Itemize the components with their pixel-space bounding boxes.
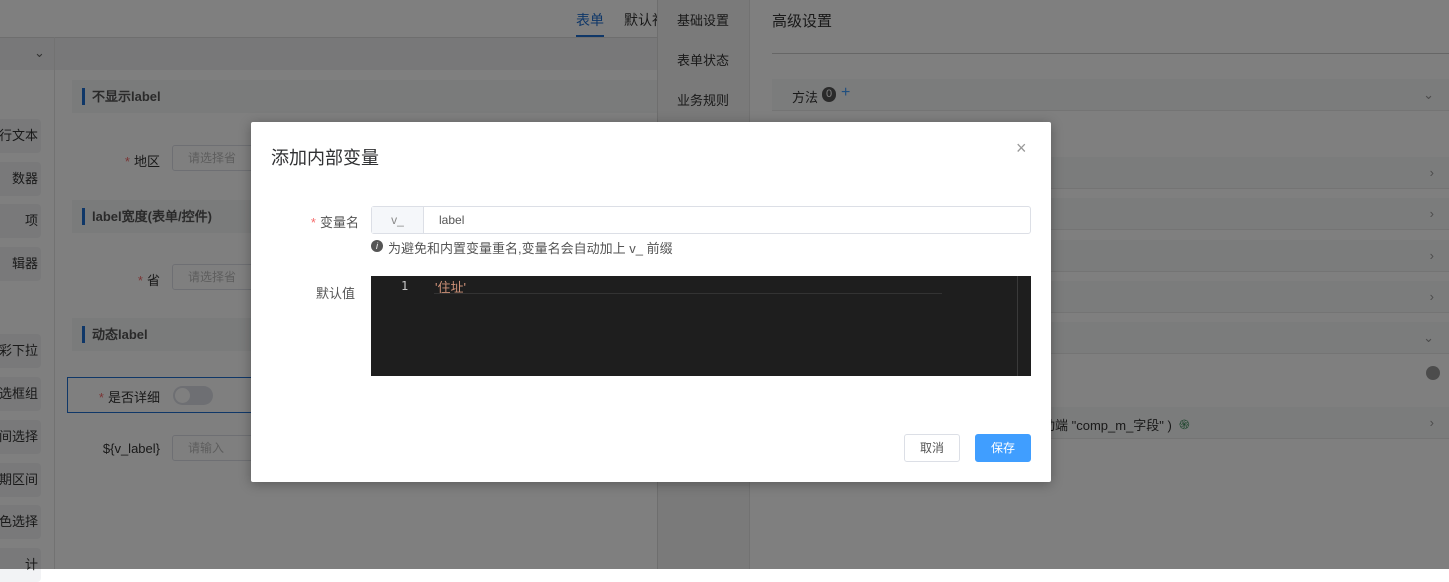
var-name-label: * 变量名 xyxy=(310,215,359,230)
var-name-hint: 为避免和内置变量重名,变量名会自动加上 v_ 前缀 xyxy=(388,241,673,256)
code-text: '住址' xyxy=(435,280,466,295)
dialog-title: 添加内部变量 xyxy=(271,148,379,168)
var-name-input[interactable]: v_ label xyxy=(371,206,1031,234)
info-icon: i xyxy=(371,240,383,252)
current-line xyxy=(434,276,942,294)
close-icon[interactable]: × xyxy=(1016,138,1027,159)
code-editor[interactable]: 1 '住址' xyxy=(371,276,1031,376)
line-number: 1 xyxy=(401,279,409,293)
cancel-button[interactable]: 取消 xyxy=(904,434,960,462)
var-name-value: label xyxy=(439,213,465,227)
add-variable-dialog: 添加内部变量 × * 变量名 v_ label i 为避免和内置变量重名,变量名会… xyxy=(251,122,1051,482)
editor-scrollbar[interactable] xyxy=(1017,276,1018,376)
var-prefix: v_ xyxy=(372,207,424,233)
default-value-label: 默认值 xyxy=(316,286,356,301)
save-button[interactable]: 保存 xyxy=(975,434,1031,462)
